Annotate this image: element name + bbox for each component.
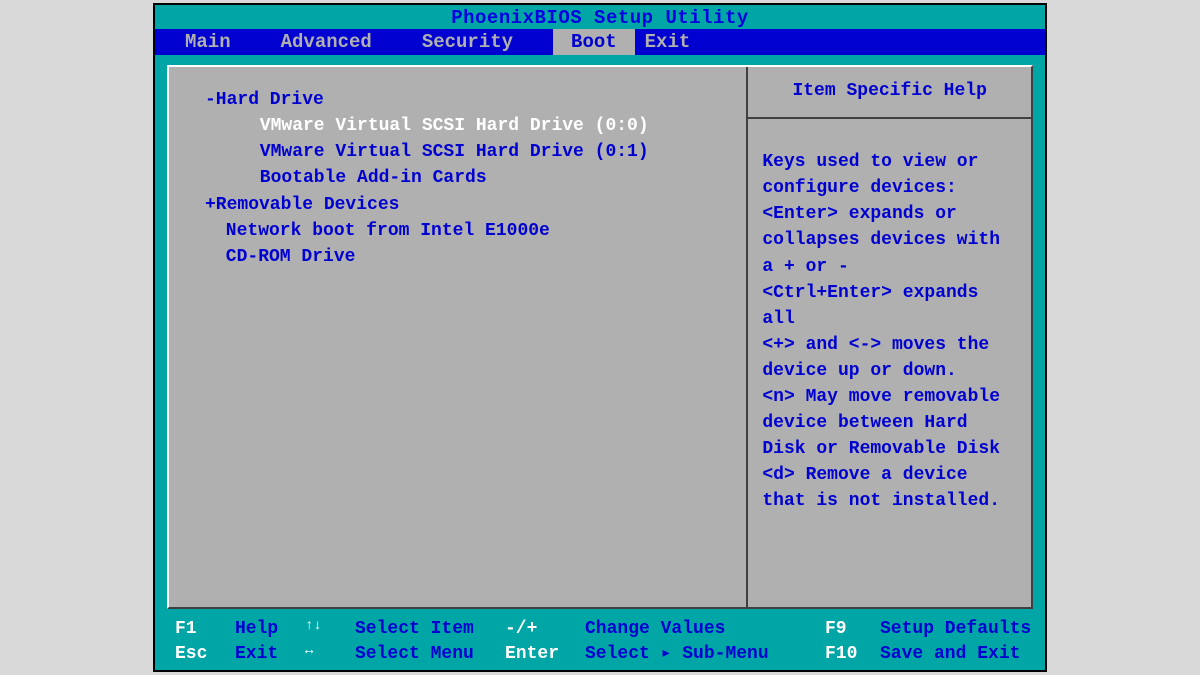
key-enter[interactable]: Enter [505, 642, 585, 666]
boot-item[interactable]: +Removable Devices [205, 192, 736, 218]
help-title: Item Specific Help [748, 67, 1031, 119]
help-line: <n> May move removable device between Ha… [762, 384, 1017, 462]
help-line: <Ctrl+Enter> expands all [762, 280, 1017, 332]
desc-save-exit: Save and Exit [880, 642, 1035, 666]
key-esc[interactable]: Esc [175, 642, 235, 666]
boot-item[interactable]: VMware Virtual SCSI Hard Drive (0:1) [205, 139, 736, 165]
menu-security[interactable]: Security [422, 29, 543, 55]
desc-change-values: Change Values [585, 617, 825, 641]
content-wrap: -Hard Drive VMware Virtual SCSI Hard Dri… [155, 55, 1045, 615]
key-f9[interactable]: F9 [825, 617, 880, 641]
desc-help: Help [235, 617, 305, 641]
desc-select-item: Select Item [355, 617, 505, 641]
boot-item[interactable]: VMware Virtual SCSI Hard Drive (0:0) [205, 113, 736, 139]
desc-setup-defaults: Setup Defaults [880, 617, 1035, 641]
help-line: Keys used to view or configure devices: [762, 149, 1017, 201]
help-pane: Item Specific Help Keys used to view or … [746, 67, 1031, 607]
menu-exit[interactable]: Exit [645, 29, 721, 55]
menu-advanced[interactable]: Advanced [281, 29, 402, 55]
key-leftright[interactable]: ↔ [305, 642, 355, 666]
boot-item[interactable]: Network boot from Intel E1000e [205, 218, 736, 244]
content: -Hard Drive VMware Virtual SCSI Hard Dri… [167, 65, 1033, 609]
help-line: <Enter> expands or collapses devices wit… [762, 201, 1017, 279]
bios-window: PhoenixBIOS Setup Utility Main Advanced … [153, 3, 1047, 672]
help-line: <+> and <-> moves the device up or down. [762, 332, 1017, 384]
app-title: PhoenixBIOS Setup Utility [451, 7, 749, 29]
menu-boot[interactable]: Boot [553, 29, 635, 55]
key-plusminus[interactable]: -/+ [505, 617, 585, 641]
help-body: Keys used to view or configure devices:<… [748, 119, 1031, 524]
boot-item[interactable]: CD-ROM Drive [205, 244, 736, 270]
menu-bar[interactable]: Main Advanced Security Boot Exit [155, 29, 1045, 55]
menu-main[interactable]: Main [185, 29, 261, 55]
key-updown[interactable]: ↑↓ [305, 617, 355, 641]
boot-item[interactable]: -Hard Drive [205, 87, 736, 113]
footer-bar: F1 Help ↑↓ Select Item -/+ Change Values… [155, 615, 1045, 670]
desc-select-submenu: Select ▸ Sub-Menu [585, 642, 825, 666]
footer-row-2: Esc Exit ↔ Select Menu Enter Select ▸ Su… [175, 642, 1035, 666]
key-f10[interactable]: F10 [825, 642, 880, 666]
footer-row-1: F1 Help ↑↓ Select Item -/+ Change Values… [175, 617, 1035, 641]
help-line: <d> Remove a device that is not installe… [762, 462, 1017, 514]
title-bar: PhoenixBIOS Setup Utility [155, 5, 1045, 29]
desc-select-menu: Select Menu [355, 642, 505, 666]
desc-exit: Exit [235, 642, 305, 666]
boot-order-pane[interactable]: -Hard Drive VMware Virtual SCSI Hard Dri… [169, 67, 746, 607]
boot-item[interactable]: Bootable Add-in Cards [205, 165, 736, 191]
key-f1[interactable]: F1 [175, 617, 235, 641]
